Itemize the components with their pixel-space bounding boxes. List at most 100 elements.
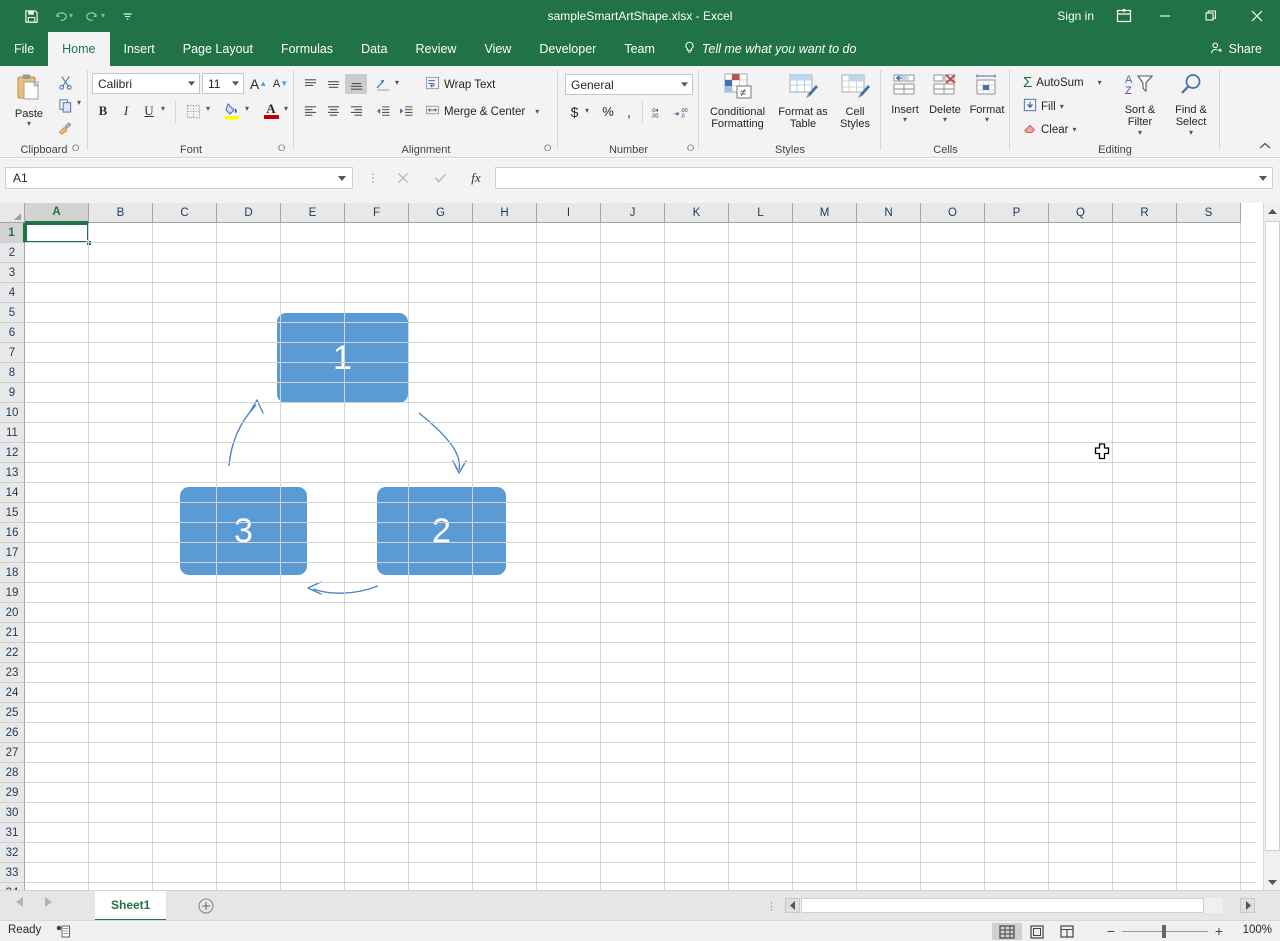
scroll-right-icon[interactable] bbox=[1240, 898, 1255, 913]
align-center-button[interactable] bbox=[322, 101, 344, 121]
sheet-tab-sheet1[interactable]: Sheet1 bbox=[95, 891, 166, 921]
borders-button[interactable] bbox=[182, 100, 204, 122]
row-header-9[interactable]: 9 bbox=[0, 383, 25, 403]
sort-filter-dropdown-caret-icon[interactable]: ▾ bbox=[1138, 129, 1142, 137]
column-header-g[interactable]: G bbox=[409, 203, 473, 223]
decrease-decimal-button[interactable]: .00.0 bbox=[671, 101, 693, 122]
row-header-30[interactable]: 30 bbox=[0, 803, 25, 823]
row-header-15[interactable]: 15 bbox=[0, 503, 25, 523]
font-size-input[interactable]: 11 bbox=[202, 73, 244, 94]
scroll-left-icon[interactable] bbox=[785, 898, 800, 913]
row-header-1[interactable]: 1 bbox=[0, 223, 25, 243]
merge-center-dropdown-caret-icon[interactable]: ▾ bbox=[535, 107, 539, 116]
conditional-formatting-button[interactable]: ≠ Conditional Formatting bbox=[701, 72, 774, 131]
fill-color-dropdown-caret-icon[interactable]: ▾ bbox=[245, 104, 249, 113]
zoom-level-label[interactable]: 100% bbox=[1238, 924, 1272, 936]
row-header-19[interactable]: 19 bbox=[0, 583, 25, 603]
fill-color-button[interactable] bbox=[221, 99, 243, 123]
row-header-21[interactable]: 21 bbox=[0, 623, 25, 643]
font-name-input[interactable]: Calibri bbox=[92, 73, 200, 94]
tab-team[interactable]: Team bbox=[610, 32, 669, 66]
row-header-10[interactable]: 10 bbox=[0, 403, 25, 423]
column-header-i[interactable]: I bbox=[537, 203, 601, 223]
font-color-button[interactable]: A bbox=[260, 99, 282, 123]
row-header-16[interactable]: 16 bbox=[0, 523, 25, 543]
selected-cell-a1[interactable] bbox=[25, 223, 89, 243]
horizontal-split-grip[interactable]: ⋮ bbox=[766, 900, 777, 913]
collapse-ribbon-button[interactable] bbox=[1256, 137, 1274, 155]
sign-in-button[interactable]: Sign in bbox=[1045, 0, 1106, 32]
column-header-k[interactable]: K bbox=[665, 203, 729, 223]
formula-input[interactable] bbox=[495, 167, 1273, 189]
paste-button[interactable]: Paste ▾ bbox=[6, 72, 52, 128]
tab-insert[interactable]: Insert bbox=[110, 32, 169, 66]
column-header-s[interactable]: S bbox=[1177, 203, 1241, 223]
column-header-p[interactable]: P bbox=[985, 203, 1049, 223]
page-break-preview-icon[interactable] bbox=[1052, 923, 1082, 940]
align-left-button[interactable] bbox=[299, 101, 321, 121]
tab-review[interactable]: Review bbox=[401, 32, 470, 66]
vertical-scrollbar[interactable] bbox=[1263, 203, 1280, 890]
format-cells-button[interactable]: Format ▾ bbox=[966, 72, 1008, 124]
borders-dropdown-caret-icon[interactable]: ▾ bbox=[206, 104, 210, 113]
format-as-table-button[interactable]: Format as Table bbox=[775, 72, 831, 131]
undo-dropdown-caret-icon[interactable]: ▾ bbox=[69, 12, 73, 20]
cell-area[interactable]: 1 2 3 bbox=[25, 223, 1256, 890]
column-header-e[interactable]: E bbox=[281, 203, 345, 223]
bold-button[interactable]: B bbox=[92, 100, 114, 122]
previous-sheet-icon[interactable] bbox=[16, 897, 24, 910]
tab-formulas[interactable]: Formulas bbox=[267, 32, 347, 66]
row-header-18[interactable]: 18 bbox=[0, 563, 25, 583]
tell-me-search[interactable]: Tell me what you want to do bbox=[669, 32, 871, 66]
row-header-2[interactable]: 2 bbox=[0, 243, 25, 263]
align-right-button[interactable] bbox=[345, 101, 367, 121]
column-header-c[interactable]: C bbox=[153, 203, 217, 223]
font-color-dropdown-caret-icon[interactable]: ▾ bbox=[284, 104, 288, 113]
row-header-28[interactable]: 28 bbox=[0, 763, 25, 783]
tab-file[interactable]: File bbox=[0, 32, 48, 66]
normal-view-icon[interactable] bbox=[992, 923, 1022, 940]
column-header-r[interactable]: R bbox=[1113, 203, 1177, 223]
underline-button[interactable]: U bbox=[138, 100, 160, 122]
row-header-27[interactable]: 27 bbox=[0, 743, 25, 763]
row-header-12[interactable]: 12 bbox=[0, 443, 25, 463]
cancel-formula-button[interactable] bbox=[390, 167, 416, 189]
ribbon-display-options-icon[interactable] bbox=[1106, 0, 1142, 32]
row-header-26[interactable]: 26 bbox=[0, 723, 25, 743]
scroll-down-icon[interactable] bbox=[1264, 873, 1280, 890]
column-header-f[interactable]: F bbox=[345, 203, 409, 223]
insert-cells-dropdown-caret-icon[interactable]: ▾ bbox=[903, 116, 907, 124]
redo-dropdown-caret-icon[interactable]: ▾ bbox=[101, 12, 105, 20]
column-header-j[interactable]: J bbox=[601, 203, 665, 223]
column-header-q[interactable]: Q bbox=[1049, 203, 1113, 223]
font-dialog-launcher[interactable]: ⭘ bbox=[278, 143, 290, 155]
select-all-corner[interactable] bbox=[0, 203, 25, 223]
smartart-node-1[interactable]: 1 bbox=[277, 313, 408, 403]
arrow-3-to-1[interactable] bbox=[229, 400, 263, 466]
tab-view[interactable]: View bbox=[470, 32, 525, 66]
column-header-d[interactable]: D bbox=[217, 203, 281, 223]
column-header-h[interactable]: H bbox=[473, 203, 537, 223]
row-header-23[interactable]: 23 bbox=[0, 663, 25, 683]
row-header-13[interactable]: 13 bbox=[0, 463, 25, 483]
delete-cells-dropdown-caret-icon[interactable]: ▾ bbox=[943, 116, 947, 124]
horizontal-scrollbar-thumb[interactable] bbox=[801, 898, 1204, 913]
row-header-32[interactable]: 32 bbox=[0, 843, 25, 863]
row-header-5[interactable]: 5 bbox=[0, 303, 25, 323]
save-icon[interactable] bbox=[16, 3, 46, 29]
increase-indent-button[interactable] bbox=[395, 101, 417, 121]
tab-home[interactable]: Home bbox=[48, 32, 109, 66]
zoom-out-button[interactable]: − bbox=[1100, 923, 1122, 940]
align-bottom-button[interactable] bbox=[345, 74, 367, 94]
italic-button[interactable]: I bbox=[115, 100, 137, 122]
align-middle-button[interactable] bbox=[322, 74, 344, 94]
redo-icon[interactable]: ▾ bbox=[80, 3, 110, 29]
add-sheet-icon[interactable] bbox=[196, 896, 216, 916]
row-header-4[interactable]: 4 bbox=[0, 283, 25, 303]
column-header-b[interactable]: B bbox=[89, 203, 153, 223]
row-header-6[interactable]: 6 bbox=[0, 323, 25, 343]
decrease-font-size-button[interactable]: A▼ bbox=[270, 73, 291, 94]
column-header-l[interactable]: L bbox=[729, 203, 793, 223]
percent-format-button[interactable]: % bbox=[598, 101, 618, 122]
paste-dropdown-caret-icon[interactable]: ▾ bbox=[27, 120, 31, 128]
